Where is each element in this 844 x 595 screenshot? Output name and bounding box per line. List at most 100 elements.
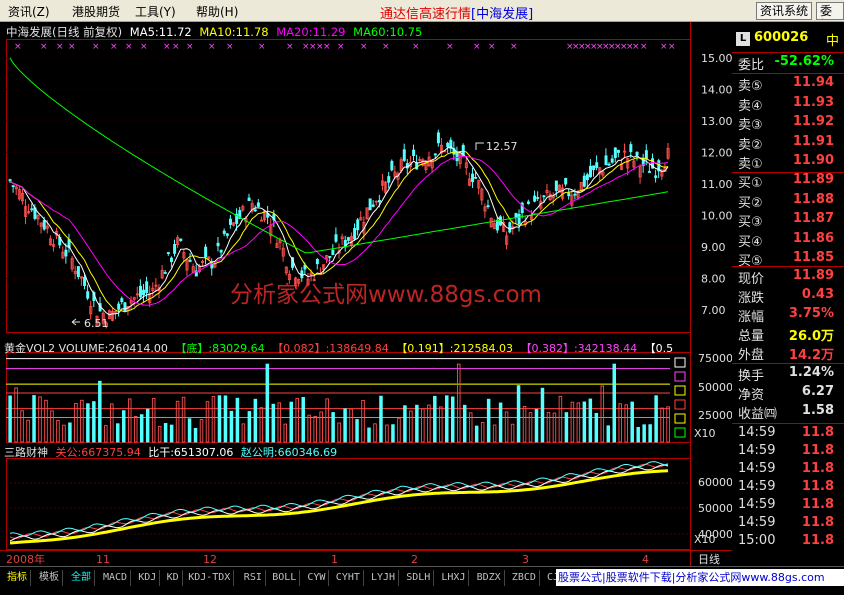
bid-row: 买③ 11.87 [732, 211, 844, 230]
vol-tick-0: 75000 [698, 352, 732, 365]
time-label-4: 2 [411, 553, 418, 566]
divider [732, 73, 844, 74]
ind-multiplier: X10 [694, 533, 716, 546]
quote-label: 14:59 [738, 497, 776, 512]
tab-kd[interactable]: KD [164, 570, 183, 586]
volume-bar [540, 387, 545, 443]
signal-mark: × [640, 42, 648, 52]
volume-bar [169, 424, 174, 443]
tab-全部[interactable]: 全部 [68, 570, 95, 586]
signal-mark: × [382, 42, 390, 52]
time-label-2: 12 [203, 553, 217, 566]
main-legend: 中海发展(日线 前复权) MA5:11.72 MA10:11.78 MA20:1… [6, 25, 422, 39]
legend-ma60: MA60:10.75 [353, 25, 422, 39]
signal-mark: × [226, 42, 234, 52]
quote-label: 委比 [738, 58, 765, 73]
candle [390, 159, 394, 172]
info-system-button[interactable]: 资讯系统 [756, 2, 813, 20]
quote-panel: L 600026 中 委比 -52.62% 卖⑤ 11.94 卖④ 11.93 卖③ 11.9… [732, 22, 844, 566]
bottom-tab-bar: 指标 模板 全部 MACD KDJ KD KDJ-TDX RSI BOLL CYW CYHT LYJH… [0, 566, 844, 595]
quote-label: 现价 [738, 272, 765, 287]
ad-banner[interactable]: 股票公式|股票软件下载|分析家公式网www.88gs.com [556, 569, 844, 586]
tab-boll[interactable]: BOLL [269, 570, 301, 586]
quote-label: 净资 [738, 388, 765, 403]
volume-bar [474, 425, 479, 443]
quote-label: 收益㈣ [738, 407, 778, 422]
tab-rsi[interactable]: RSI [241, 570, 266, 586]
tab-lyjh[interactable]: LYJH [368, 570, 400, 586]
bid-row: 买① 11.89 [732, 172, 844, 191]
signal-mark: × [668, 42, 676, 52]
tab-cyw[interactable]: CYW [304, 570, 330, 586]
volume-bar [355, 419, 359, 443]
quote-value: 11.8 [801, 461, 834, 476]
quote-label: 买① [738, 176, 763, 191]
tab-kdj[interactable]: KDJ [135, 570, 161, 586]
quote-label: 卖⑤ [738, 79, 763, 94]
price-tick-5: 10.00 [701, 209, 732, 222]
volume-bar [648, 424, 652, 443]
volume-bar [486, 398, 491, 443]
quote-value: 6.27 [801, 384, 834, 399]
app-title-main: 通达信高速行情 [380, 7, 472, 22]
tick-row: 14:59 11.8 [732, 443, 844, 462]
ind-legend-3: 赵公明:660346.69 [241, 445, 337, 459]
signal-mark: × [510, 42, 518, 52]
signal-mark: × [323, 42, 331, 52]
kline-chart[interactable]: 15.00 14.00 13.00 12.00 11.00 10.00 9.00 8.00 7.… [0, 22, 732, 566]
tab-指标[interactable]: 指标 [4, 570, 31, 586]
signal-mark: × [110, 42, 118, 52]
signal-mark: × [632, 42, 640, 52]
menu-help[interactable]: 帮助(H) [196, 3, 238, 20]
stat2-row: 净资 6.27 [732, 384, 844, 403]
quote-label: 14:59 [738, 443, 776, 458]
quote-label: 14:59 [738, 479, 776, 494]
menu-hk-futures[interactable]: 港股期货 [72, 3, 120, 20]
volume-bar [271, 403, 276, 443]
trade-button[interactable]: 委托 [816, 2, 844, 20]
tab-bdzx[interactable]: BDZX [474, 570, 505, 586]
tab-kdj-tdx[interactable]: KDJ-TDX [185, 570, 235, 586]
tab-lhxj[interactable]: LHXJ [438, 570, 470, 586]
signal-mark: × [125, 42, 133, 52]
tab-zbcd[interactable]: ZBCD [509, 570, 540, 586]
tab-cyht[interactable]: CYHT [333, 570, 364, 586]
menu-info[interactable]: 资讯(Z) [8, 3, 50, 20]
volume-bar [588, 398, 593, 443]
volume-bar [86, 403, 90, 443]
volume-bar [116, 423, 120, 443]
ind-legend-1: 关公:667375.94 [56, 445, 141, 459]
signal-mark: × [473, 42, 481, 52]
volume-bar [462, 404, 467, 443]
divider [732, 266, 844, 267]
tab-macd[interactable]: MACD [100, 570, 132, 586]
ask-row: 卖⑤ 11.94 [732, 75, 844, 94]
period-label[interactable]: 日线 [698, 552, 720, 566]
quote-value: 11.94 [792, 75, 834, 90]
volume-bar [391, 424, 395, 443]
time-label-3: 1 [331, 553, 338, 566]
volume-bar [193, 427, 198, 443]
vol-legend-3: 【0.191】:212584.03 [396, 342, 513, 355]
price-tick-3: 12.00 [701, 146, 732, 159]
volume-bar [223, 395, 228, 443]
high-label: 12.57 [486, 140, 518, 153]
menu-tools[interactable]: 工具(Y) [135, 3, 176, 20]
tick-row: 14:59 11.8 [732, 497, 844, 516]
volume-bar [32, 395, 36, 443]
signal-mark: × [163, 42, 171, 52]
quote-value: -52.62% [774, 54, 834, 69]
price-tick-0: 15.00 [701, 52, 732, 65]
quote-label: 总量 [738, 329, 765, 344]
vol-tick-1: 50000 [698, 381, 732, 394]
volume-bar [68, 422, 72, 443]
signal-mark: × [412, 42, 420, 52]
tab-模板[interactable]: 模板 [36, 570, 63, 586]
candle [365, 207, 369, 221]
quote-value: 11.86 [792, 230, 834, 246]
candle [489, 217, 493, 229]
volume-bar [415, 404, 419, 443]
quote-label: 15:00 [738, 533, 776, 548]
price-tick-4: 11.00 [701, 178, 732, 191]
tab-sdlh[interactable]: SDLH [403, 570, 435, 586]
